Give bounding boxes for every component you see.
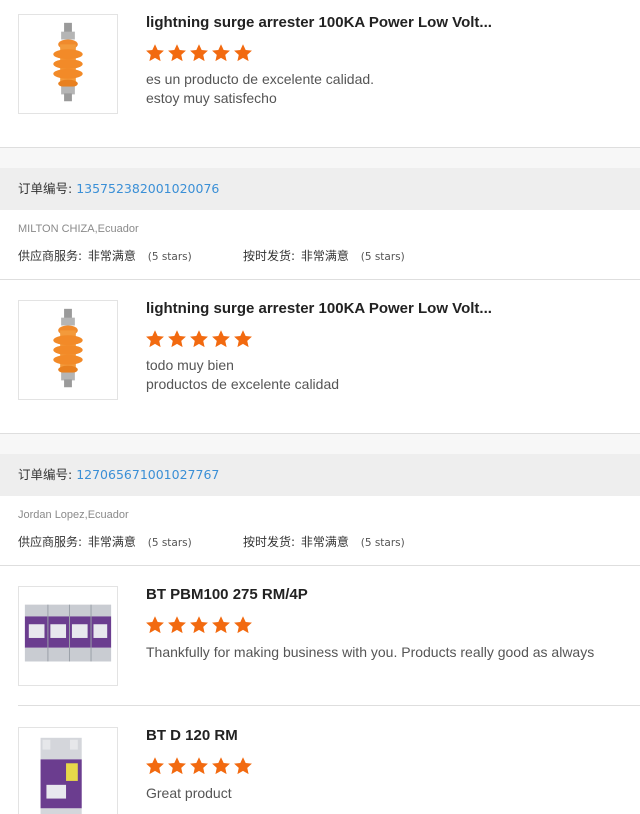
star-icon <box>168 44 186 62</box>
review-line: estoy muy satisfecho <box>146 89 277 106</box>
section-gap <box>0 148 640 168</box>
star-icon <box>212 616 230 634</box>
product-thumbnail[interactable] <box>18 586 118 686</box>
order-number-link[interactable]: 127065671001027767 <box>76 467 219 482</box>
buyer-name: MILTON CHIZA,Ecuador <box>18 223 139 235</box>
star-icon <box>190 616 208 634</box>
star-icon <box>190 330 208 348</box>
product-title[interactable]: BT PBM100 275 RM/4P <box>146 586 496 603</box>
review-line: es un producto de excelente calidad. <box>146 71 375 87</box>
star-icon <box>190 44 208 62</box>
review-text: Great product <box>146 784 232 803</box>
star-icon <box>146 330 164 348</box>
star-icon <box>146 616 164 634</box>
star-icon <box>168 616 186 634</box>
divider <box>0 565 640 566</box>
star-icon <box>168 330 186 348</box>
review-line: todo muy bien <box>146 357 234 373</box>
review-line: productos de excelente calidad <box>146 375 340 392</box>
on-time-shipping-label: 按时发货: <box>243 535 296 549</box>
divider <box>18 705 640 706</box>
din-rail-module-image <box>24 604 112 662</box>
order-number-label: 订单编号: <box>18 181 73 196</box>
product-thumbnail[interactable] <box>18 300 118 400</box>
on-time-shipping-stars: (5 stars) <box>360 537 405 549</box>
product-title[interactable]: lightning surge arrester 100KA Power Low… <box>146 300 496 317</box>
supplier-service-stars: (5 stars) <box>147 251 192 263</box>
product-thumbnail[interactable] <box>18 14 118 114</box>
surge-arrester-image <box>53 308 83 388</box>
star-icon <box>146 44 164 62</box>
section-gap <box>0 434 640 454</box>
star-icon <box>212 44 230 62</box>
rating-stars <box>145 756 253 776</box>
star-icon <box>234 616 252 634</box>
star-icon <box>168 757 186 775</box>
product-title[interactable]: BT D 120 RM <box>146 727 496 744</box>
seller-ratings: 供应商服务: 非常满意 (5 stars) 按时发货: 非常满意 (5 star… <box>18 533 405 550</box>
supplier-service-label: 供应商服务: <box>18 535 83 549</box>
product-title[interactable]: lightning surge arrester 100KA Power Low… <box>146 14 496 31</box>
review-text: Thankfully for making business with you.… <box>146 643 594 662</box>
star-icon <box>234 330 252 348</box>
rating-stars <box>145 43 253 63</box>
review-line: Thankfully for making business with you.… <box>146 644 595 660</box>
supplier-service-value: 非常满意 <box>87 249 136 263</box>
supplier-service-value: 非常满意 <box>87 535 136 549</box>
buyer-name: Jordan Lopez,Ecuador <box>18 509 129 521</box>
on-time-shipping-stars: (5 stars) <box>360 251 405 263</box>
rating-stars <box>145 615 253 635</box>
star-icon <box>146 757 164 775</box>
review-line: Great product <box>146 785 232 801</box>
star-icon <box>190 757 208 775</box>
din-rail-module-image <box>40 737 82 814</box>
rating-stars <box>145 329 253 349</box>
surge-arrester-image <box>53 22 83 102</box>
order-number-label: 订单编号: <box>18 467 73 482</box>
divider <box>0 279 640 280</box>
star-icon <box>234 44 252 62</box>
review-text: todo muy bien productos de excelente cal… <box>146 356 339 393</box>
supplier-service-label: 供应商服务: <box>18 249 83 263</box>
seller-ratings: 供应商服务: 非常满意 (5 stars) 按时发货: 非常满意 (5 star… <box>18 247 405 264</box>
star-icon <box>234 757 252 775</box>
on-time-shipping-label: 按时发货: <box>243 249 296 263</box>
on-time-shipping-value: 非常满意 <box>300 535 349 549</box>
order-number-link[interactable]: 135752382001020076 <box>76 181 219 196</box>
order-header: 订单编号: 127065671001027767 <box>0 454 640 496</box>
on-time-shipping-value: 非常满意 <box>300 249 349 263</box>
supplier-service-stars: (5 stars) <box>147 537 192 549</box>
star-icon <box>212 330 230 348</box>
product-thumbnail[interactable] <box>18 727 118 814</box>
review-text: es un producto de excelente calidad. est… <box>146 70 374 107</box>
order-header: 订单编号: 135752382001020076 <box>0 168 640 210</box>
star-icon <box>212 757 230 775</box>
